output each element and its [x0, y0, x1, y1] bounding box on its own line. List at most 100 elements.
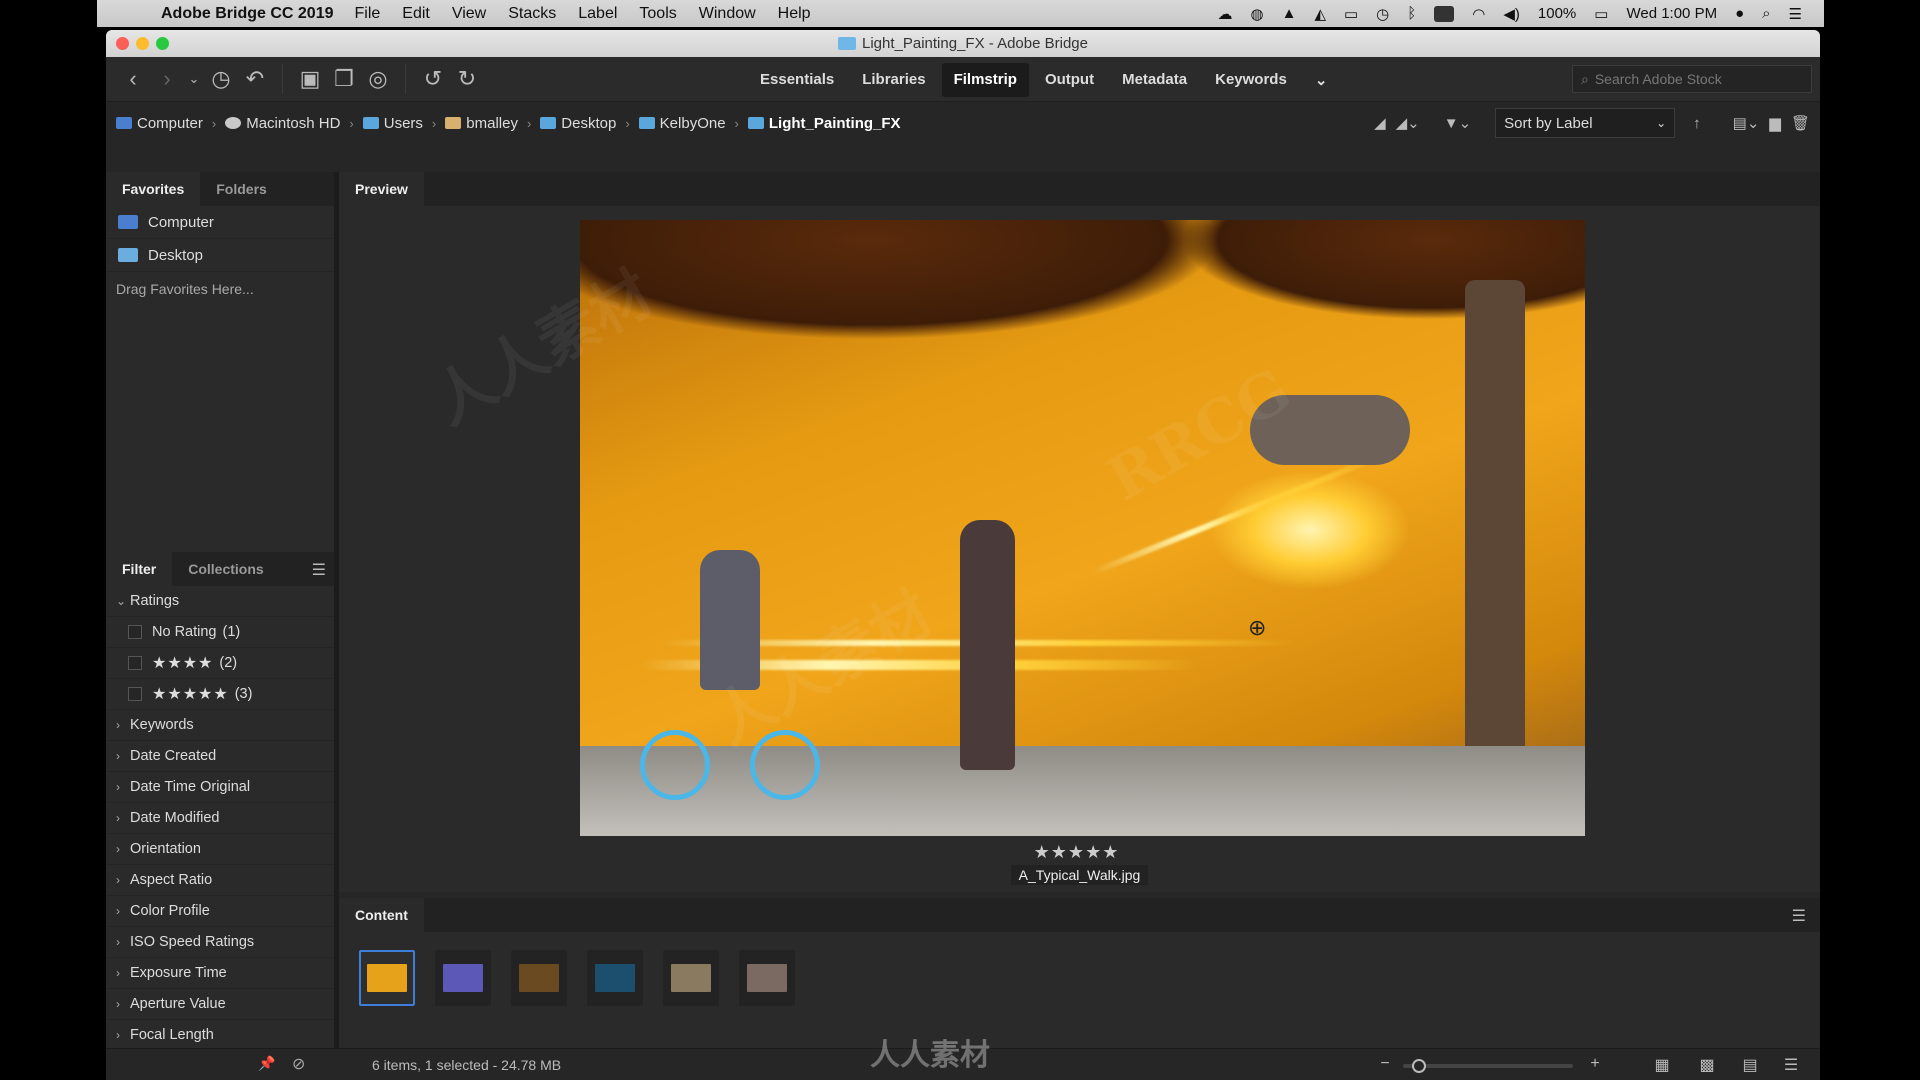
checkbox[interactable] — [128, 625, 142, 639]
filter-category[interactable]: › Orientation — [106, 834, 334, 865]
zoom-out-button[interactable]: − — [1374, 1055, 1396, 1073]
zoom-in-button[interactable]: + — [1584, 1055, 1606, 1073]
breadcrumb-kelbyone[interactable]: KelbyOne — [638, 115, 726, 132]
menu-window[interactable]: Window — [699, 5, 756, 23]
menu-view[interactable]: View — [452, 5, 486, 23]
filter-category[interactable]: › Date Time Original — [106, 772, 334, 803]
menu-label[interactable]: Label — [578, 5, 617, 23]
filter-category[interactable]: › Aspect Ratio — [106, 865, 334, 896]
airplay-icon[interactable]: ▭ — [1344, 5, 1358, 23]
trash-icon[interactable]: 🗑 — [1791, 114, 1810, 132]
app-menu[interactable]: Adobe Bridge CC 2019 — [161, 5, 333, 23]
drive-app-icon[interactable]: ◭ — [1314, 5, 1326, 23]
filmstrip-thumbnail[interactable] — [435, 950, 491, 1006]
filmstrip-thumbnail[interactable] — [739, 950, 795, 1006]
view-thumbnails-icon[interactable]: ▩ — [1696, 1055, 1718, 1074]
get-photos-from-camera-button[interactable]: ▣ — [293, 66, 327, 92]
tab-collections[interactable]: Collections — [172, 552, 279, 586]
globe-icon[interactable]: ◍ — [1250, 5, 1263, 23]
preview-image[interactable]: ⊕ — [580, 220, 1585, 836]
sort-dropdown[interactable]: Sort by Label ⌄ — [1495, 108, 1676, 138]
open-recent-folder-icon[interactable]: ▤⌄ — [1733, 114, 1760, 132]
panel-menu-icon[interactable]: ☰ — [312, 560, 326, 580]
search-adobe-stock-input[interactable]: ⌕ Search Adobe Stock — [1572, 65, 1812, 93]
recent-files-button[interactable]: ◷ — [204, 66, 238, 92]
checkbox[interactable] — [128, 656, 142, 670]
filmstrip-thumbnail[interactable] — [587, 950, 643, 1006]
preview-filename[interactable]: A_Typical_Walk.jpg — [1010, 865, 1149, 885]
filter-4-stars[interactable]: ★★★★ (2) — [106, 648, 334, 679]
forward-button[interactable]: › — [150, 66, 184, 92]
user-icon[interactable]: ● — [1735, 5, 1744, 22]
google-drive-icon[interactable]: ▲ — [1282, 5, 1297, 22]
refine-button[interactable]: ❐ — [327, 66, 361, 92]
menu-help[interactable]: Help — [778, 5, 811, 23]
workspace-output[interactable]: Output — [1033, 63, 1106, 97]
view-details-icon[interactable]: ▤ — [1739, 1055, 1761, 1074]
tab-favorites[interactable]: Favorites — [106, 172, 201, 206]
favorite-computer[interactable]: Computer — [106, 206, 334, 239]
tab-filter[interactable]: Filter — [106, 552, 173, 586]
pin-icon[interactable]: 📌 — [258, 1055, 275, 1072]
workspace-filmstrip[interactable]: Filmstrip — [941, 63, 1029, 97]
filmstrip-thumbnail[interactable] — [511, 950, 567, 1006]
breadcrumb-light-painting-fx[interactable]: Light_Painting_FX — [747, 115, 901, 132]
notification-center-icon[interactable]: ☰ — [1789, 5, 1802, 23]
filter-5-stars[interactable]: ★★★★★ (3) — [106, 679, 334, 710]
recent-dropdown-icon[interactable]: ⌄ — [184, 71, 204, 87]
breadcrumb-computer[interactable]: Computer — [116, 115, 203, 132]
filter-category[interactable]: › Focal Length — [106, 1020, 334, 1051]
breadcrumb-users[interactable]: Users — [362, 115, 423, 132]
keyboard-icon[interactable] — [1434, 5, 1455, 22]
filmstrip-thumbnail[interactable] — [663, 950, 719, 1006]
workspace-metadata[interactable]: Metadata — [1110, 63, 1199, 97]
tab-preview[interactable]: Preview — [339, 172, 424, 206]
bluetooth-icon[interactable]: ᛒ — [1407, 5, 1416, 22]
view-list-icon[interactable]: ☰ — [1780, 1055, 1802, 1074]
workspace-libraries[interactable]: Libraries — [850, 63, 937, 97]
filter-items-icon[interactable]: ▼⌄ — [1444, 114, 1471, 132]
thumbnail-quality-icon[interactable]: ◢ — [1374, 114, 1386, 132]
creative-cloud-icon[interactable]: ☁ — [1217, 5, 1232, 23]
time-machine-icon[interactable]: ◷ — [1376, 5, 1389, 23]
open-in-camera-raw-button[interactable]: ◎ — [361, 66, 395, 92]
breadcrumb-bmalley[interactable]: bmalley — [445, 115, 518, 132]
wifi-icon[interactable]: ◠ — [1472, 5, 1485, 23]
breadcrumb-desktop[interactable]: Desktop — [540, 115, 616, 132]
thumbnail-size-slider[interactable] — [1403, 1059, 1573, 1073]
tab-content[interactable]: Content — [339, 898, 424, 932]
filter-ratings-header[interactable]: ⌄ Ratings — [106, 586, 334, 617]
filter-category[interactable]: › Keywords — [106, 710, 334, 741]
minimize-button[interactable] — [136, 37, 149, 50]
spotlight-icon[interactable]: ⌕ — [1762, 5, 1770, 22]
filter-category[interactable]: › Date Modified — [106, 803, 334, 834]
slider-knob[interactable] — [1411, 1059, 1426, 1073]
filter-category[interactable]: › ISO Speed Ratings — [106, 927, 334, 958]
menu-stacks[interactable]: Stacks — [508, 5, 556, 23]
rotate-left-button[interactable]: ↺ — [416, 66, 450, 92]
thumbnail-quality-dropdown-icon[interactable]: ◢⌄ — [1396, 114, 1420, 132]
menu-file[interactable]: File — [354, 5, 380, 23]
no-filter-icon[interactable]: ⊘ — [292, 1054, 305, 1074]
lock-thumbnail-grid-icon[interactable]: ▦ — [1651, 1055, 1673, 1074]
volume-icon[interactable]: ◀) — [1503, 5, 1520, 23]
battery-icon[interactable]: ▭ — [1594, 5, 1608, 23]
return-to-photoshop-button[interactable]: ↶ — [238, 66, 272, 92]
clock[interactable]: Wed 1:00 PM — [1626, 5, 1717, 22]
zoom-button[interactable] — [156, 37, 169, 50]
filmstrip-thumbnail[interactable] — [359, 950, 415, 1006]
panel-menu-icon[interactable]: ☰ — [1792, 906, 1806, 926]
workspace-essentials[interactable]: Essentials — [748, 63, 846, 97]
preview-star-rating[interactable]: ★★★★★ — [339, 842, 1814, 863]
menu-tools[interactable]: Tools — [639, 5, 676, 23]
back-button[interactable]: ‹ — [116, 66, 150, 92]
filter-category[interactable]: › Exposure Time — [106, 958, 334, 989]
close-button[interactable] — [116, 37, 129, 50]
checkbox[interactable] — [128, 687, 142, 701]
favorite-desktop[interactable]: Desktop — [106, 239, 334, 272]
workspace-more-chevron-icon[interactable]: ⌄ — [1303, 63, 1340, 97]
menu-edit[interactable]: Edit — [402, 5, 430, 23]
filter-category[interactable]: › Color Profile — [106, 896, 334, 927]
rotate-right-button[interactable]: ↻ — [450, 66, 484, 92]
sort-ascending-icon[interactable]: ↑ — [1693, 115, 1701, 132]
